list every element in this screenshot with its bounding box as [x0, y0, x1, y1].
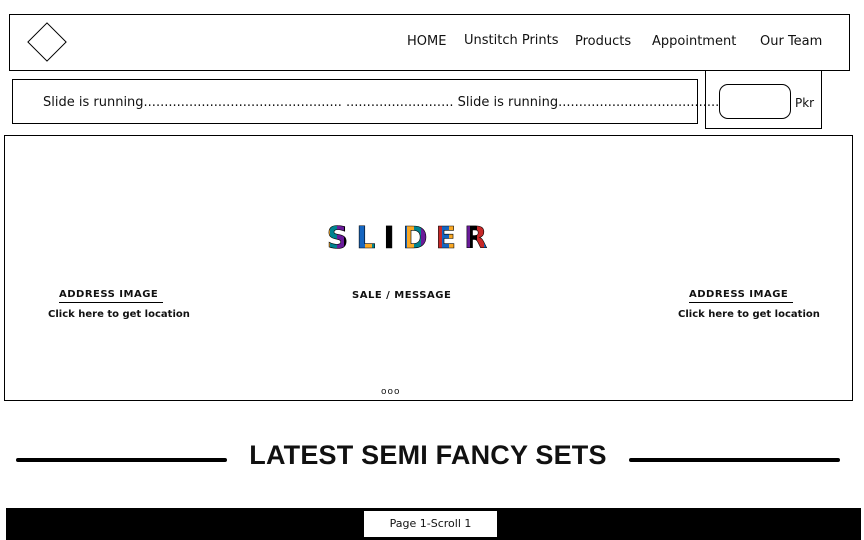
nav-item-home[interactable]: HOME [407, 34, 446, 49]
currency-input[interactable] [719, 84, 791, 119]
nav-item-products[interactable]: Products [575, 34, 631, 49]
slider-title-graphic: SLIDER [327, 221, 495, 256]
image-slider[interactable]: SLIDER ADDRESS IMAGE Click here to get l… [4, 135, 853, 401]
header-bar: HOME Unstitch Prints Products Appointmen… [9, 14, 850, 71]
diamond-logo-icon[interactable] [27, 22, 67, 62]
currency-selector: Pkr [705, 70, 822, 129]
marquee-banner: Slide is running........................… [12, 79, 748, 124]
footer-bar: Page 1-Scroll 1 [6, 508, 861, 540]
left-location-link[interactable]: Click here to get location [48, 309, 190, 320]
section-heading: LATEST SEMI FANCY SETS [249, 440, 607, 470]
left-address-title: ADDRESS IMAGE [59, 289, 159, 300]
page-scroll-label: Page 1-Scroll 1 [363, 510, 498, 538]
marquee-text: Slide is running........................… [43, 95, 749, 110]
right-location-link[interactable]: Click here to get location [678, 309, 820, 320]
slider-pagination-dots[interactable]: ooo [381, 387, 401, 397]
currency-label: Pkr [795, 96, 815, 110]
nav-item-our-team[interactable]: Our Team [760, 34, 822, 49]
heading-left-rule [16, 458, 227, 462]
right-address-divider [689, 302, 793, 303]
sale-message: SALE / MESSAGE [352, 290, 452, 301]
slider-title: SLIDER [327, 221, 495, 256]
heading-right-rule [629, 458, 840, 462]
nav-item-appointment[interactable]: Appointment [652, 34, 736, 49]
right-address-title: ADDRESS IMAGE [689, 289, 789, 300]
left-address-divider [59, 302, 163, 303]
nav-item-unstitch-prints[interactable]: Unstitch Prints [464, 33, 559, 48]
